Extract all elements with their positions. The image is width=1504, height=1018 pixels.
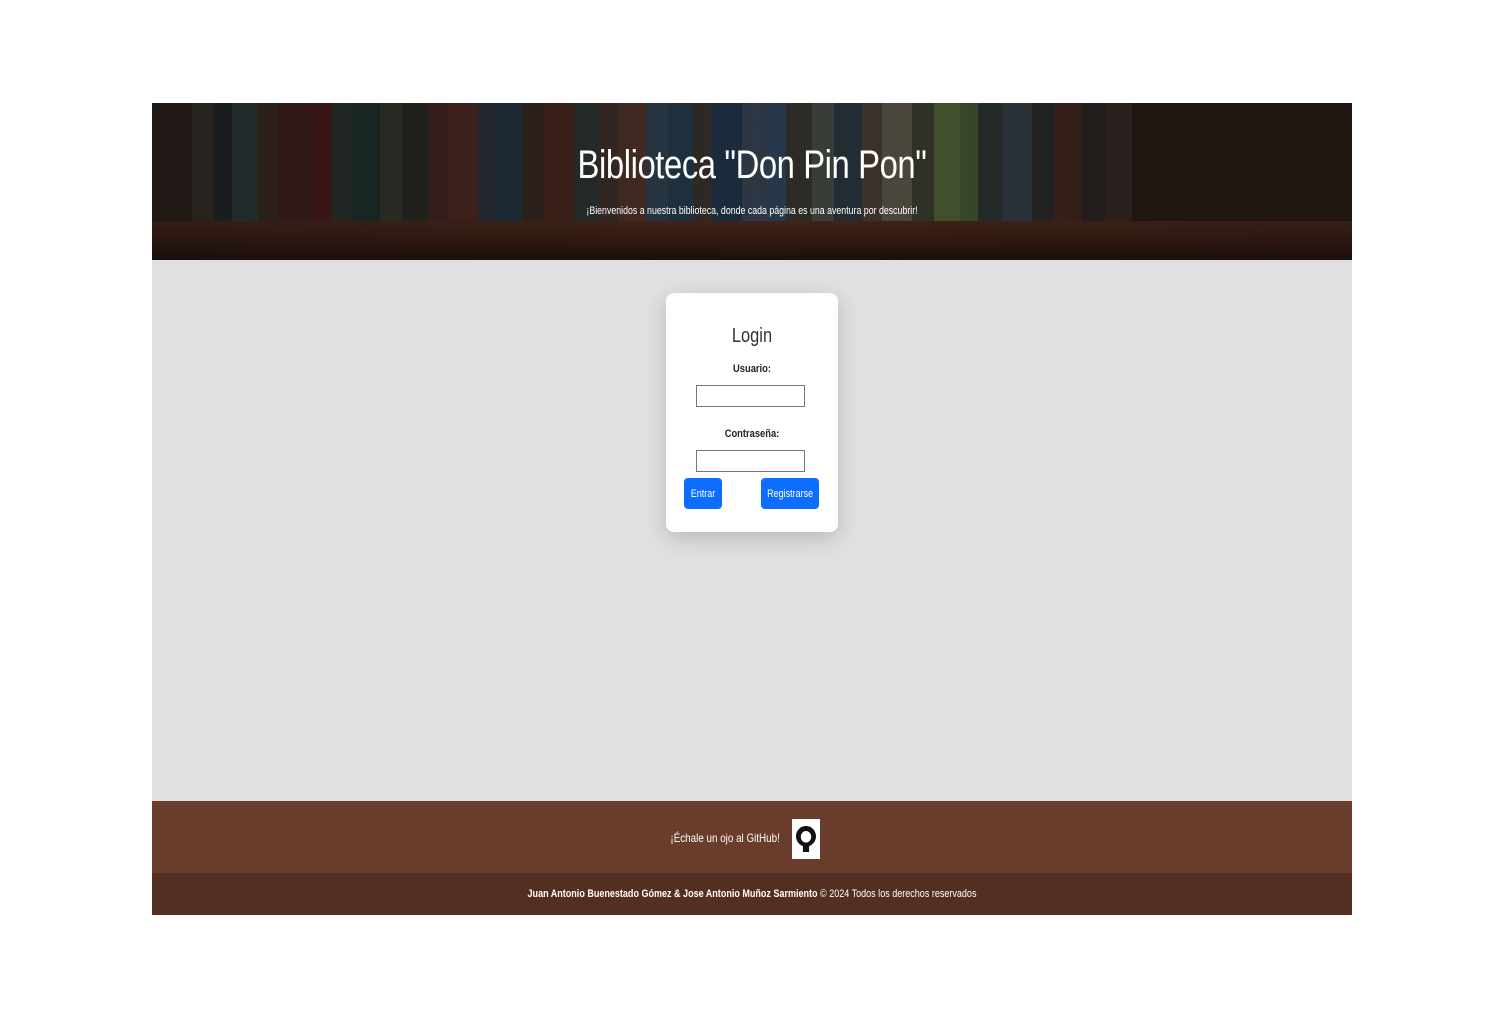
copyright-line: Juan Antonio Buenestado Gómez & Jose Ant… [260,888,1244,900]
footer-github-section: ¡Échale un ojo al GitHub! [152,801,1352,873]
username-input[interactable] [696,385,805,407]
password-input[interactable] [696,450,805,472]
github-link[interactable] [792,819,820,859]
enter-button[interactable]: Entrar [684,478,722,509]
register-button[interactable]: Registrarse [761,478,819,509]
register-button-label: Registrarse [766,487,814,500]
page: Biblioteca "Don Pin Pon" ¡Bienvenidos a … [152,103,1352,915]
github-text: ¡Échale un ojo al GitHub! [670,831,780,845]
copyright-text: © 2024 Todos los derechos reservados [820,888,977,900]
login-title: Login [731,325,773,347]
github-icon [796,826,816,852]
site-title: Biblioteca "Don Pin Pon" [577,143,927,187]
username-label: Usuario: [733,363,771,375]
authors: Juan Antonio Buenestado Gómez & Jose Ant… [527,888,818,900]
header-banner: Biblioteca "Don Pin Pon" ¡Bienvenidos a … [152,103,1352,260]
main-content: Login Usuario: Contraseña: Entrar Regist… [152,260,1352,801]
login-card: Login Usuario: Contraseña: Entrar Regist… [666,293,838,532]
footer-copyright-section: Juan Antonio Buenestado Gómez & Jose Ant… [152,873,1352,915]
enter-button-label: Entrar [690,487,716,500]
password-label: Contraseña: [724,428,780,440]
site-subtitle: ¡Bienvenidos a nuestra biblioteca, donde… [586,205,918,217]
